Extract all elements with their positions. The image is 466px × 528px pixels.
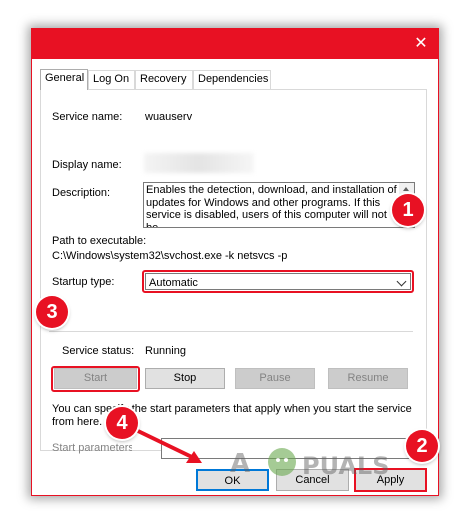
step-badge-1: 1: [392, 194, 424, 226]
start-parameters-label: Start parameters:: [52, 442, 132, 454]
display-name-value-redacted: [144, 153, 254, 173]
tab-log-on[interactable]: Log On: [88, 70, 135, 89]
ok-button[interactable]: OK: [196, 469, 269, 491]
step-badge-3: 3: [36, 296, 68, 328]
step-badge-4: 4: [106, 407, 138, 439]
resume-button[interactable]: Resume: [328, 368, 408, 389]
tab-recovery[interactable]: Recovery: [135, 70, 193, 89]
scroll-up-icon[interactable]: [403, 187, 409, 191]
tab-general[interactable]: General: [40, 69, 88, 90]
cancel-button[interactable]: Cancel: [276, 469, 349, 491]
close-icon[interactable]: ✕: [404, 29, 438, 59]
startup-type-value: Automatic: [149, 277, 198, 289]
path-label: Path to executable:: [52, 235, 147, 247]
description-box[interactable]: Enables the detection, download, and ins…: [143, 182, 415, 228]
general-tab-panel: Service name: wuauserv Display name: Des…: [40, 89, 427, 459]
service-status-value: Running: [145, 345, 186, 357]
description-text: Enables the detection, download, and ins…: [146, 184, 397, 228]
pause-button[interactable]: Pause: [235, 368, 315, 389]
display-name-label: Display name:: [52, 159, 122, 171]
chevron-down-icon: [396, 276, 407, 287]
startup-type-label: Startup type:: [52, 276, 115, 288]
description-label: Description:: [52, 187, 111, 199]
section-divider: [49, 331, 413, 332]
service-status-label: Service status:: [62, 345, 135, 357]
dialog-client-area: General Log On Recovery Dependencies Ser…: [32, 59, 438, 495]
apply-button[interactable]: Apply: [354, 468, 427, 492]
startup-type-select[interactable]: Automatic: [142, 270, 414, 293]
tab-dependencies[interactable]: Dependencies: [193, 70, 271, 89]
service-name-label: Service name:: [52, 111, 123, 123]
stop-button[interactable]: Stop: [145, 368, 225, 389]
step-badge-2: 2: [406, 430, 438, 462]
service-properties-window: ✕ General Log On Recovery Dependencies S…: [31, 28, 439, 496]
path-value: C:\Windows\system32\svchost.exe -k netsv…: [52, 250, 288, 262]
title-bar[interactable]: ✕: [32, 29, 438, 59]
annotation-arrow-icon: [136, 429, 202, 463]
service-name-value: wuauserv: [145, 111, 193, 123]
start-button[interactable]: Start: [54, 368, 137, 389]
start-button-highlight: Start: [51, 366, 140, 392]
